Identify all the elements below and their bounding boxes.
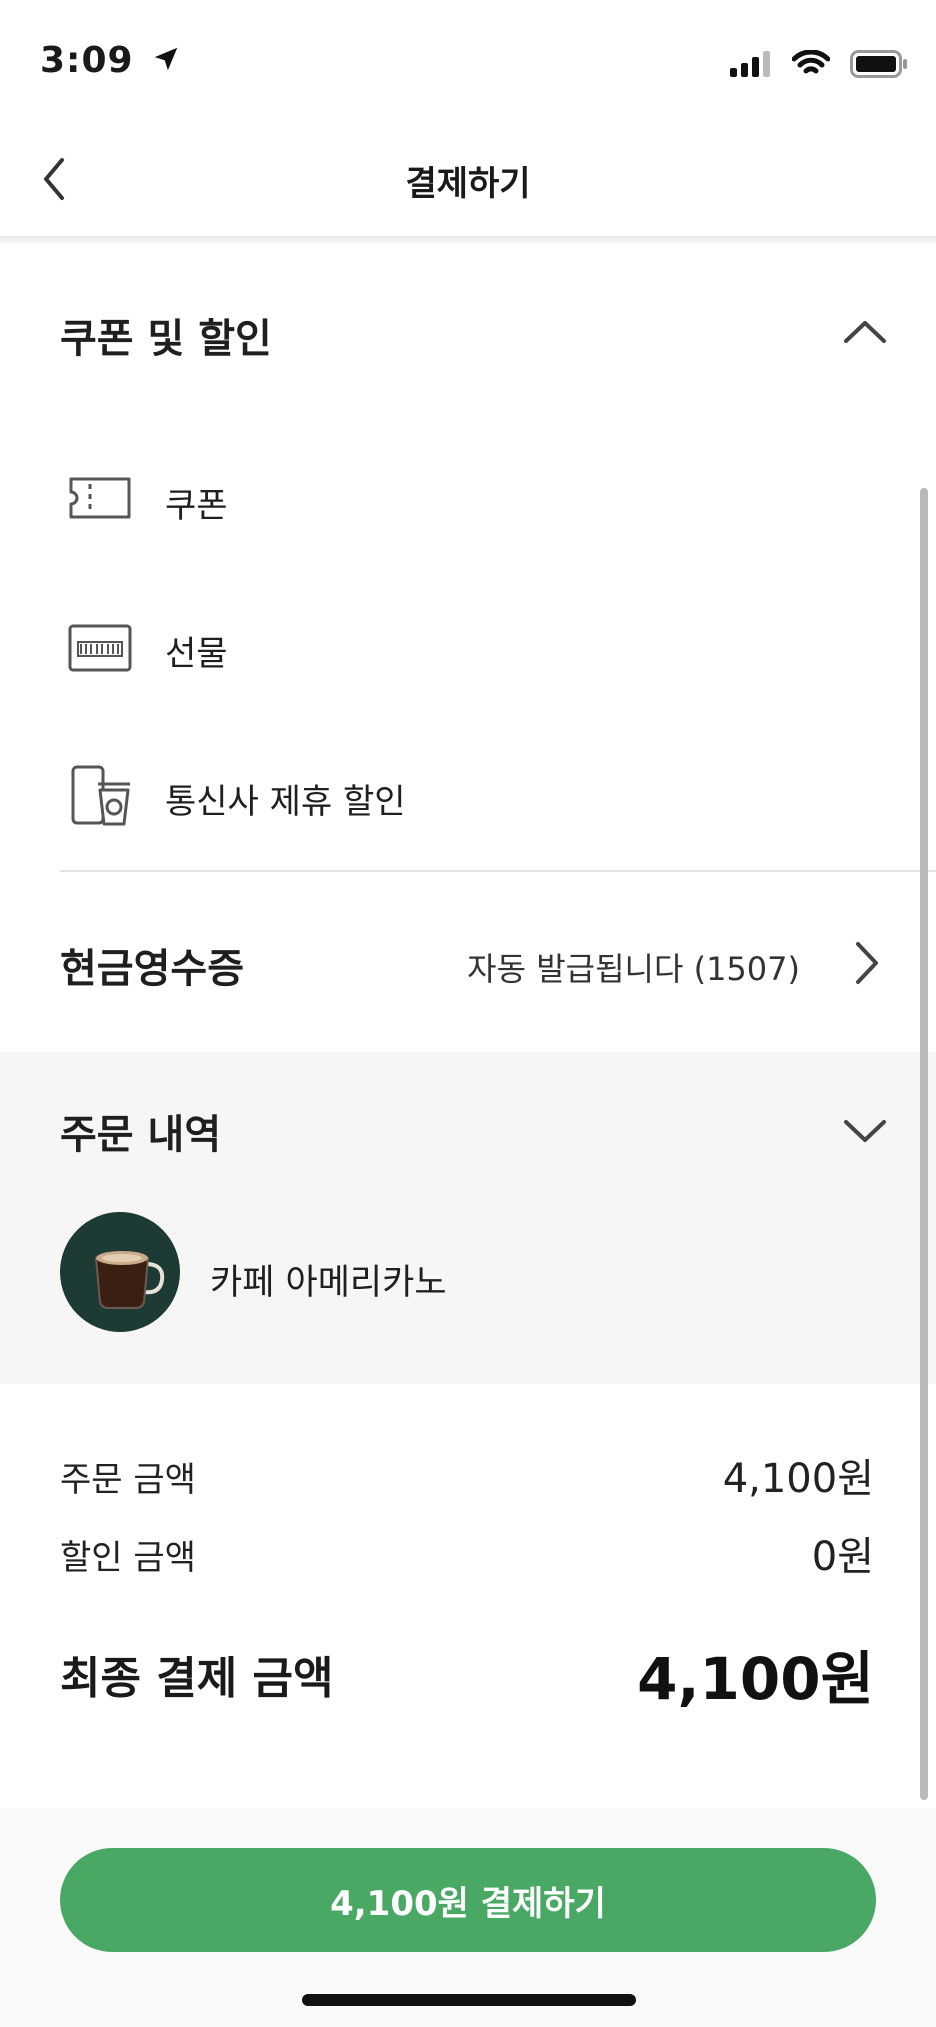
- coffee-mug-image: [60, 1212, 180, 1332]
- cash-receipt-value: 자동 발급됩니다 (1507): [467, 950, 800, 988]
- cash-receipt-row[interactable]: 현금영수증 자동 발급됩니다 (1507): [0, 900, 936, 1020]
- expand-order-button[interactable]: [842, 1116, 888, 1146]
- status-icons: [730, 50, 908, 78]
- pay-button[interactable]: 4,100원 결제하기: [60, 1848, 876, 1952]
- section-divider: [60, 870, 936, 872]
- coupon-row[interactable]: 쿠폰: [60, 460, 880, 540]
- gift-row[interactable]: 선물: [60, 608, 880, 688]
- gift-card-icon: [68, 624, 132, 672]
- order-item-name: 카페 아메리카노: [210, 1263, 447, 1303]
- order-section-title: 주문 내역: [60, 1112, 222, 1158]
- collapse-coupon-button[interactable]: [842, 316, 888, 346]
- ticket-icon: [69, 477, 131, 519]
- cellular-signal-icon: [730, 51, 770, 77]
- chevron-up-icon: [844, 321, 886, 343]
- coupon-section-title: 쿠폰 및 할인: [60, 316, 272, 362]
- order-amount-label: 주문 금액: [60, 1460, 196, 1500]
- cash-receipt-title: 현금영수증: [60, 946, 244, 992]
- telecom-discount-row[interactable]: 통신사 제휴 할인: [60, 756, 880, 836]
- chevron-right-icon: [856, 942, 878, 984]
- final-amount-value: 4,100원: [637, 1645, 874, 1713]
- chevron-down-icon: [844, 1120, 886, 1142]
- status-time: 3:09: [40, 40, 181, 81]
- location-arrow-icon: [154, 47, 178, 71]
- wifi-icon: [792, 50, 830, 74]
- scrollbar[interactable]: [920, 488, 928, 1800]
- telecom-discount-label: 통신사 제휴 할인: [165, 782, 406, 822]
- page-title: 결제하기: [405, 164, 531, 204]
- header-divider: [0, 236, 936, 244]
- phone-cup-icon: [71, 765, 130, 826]
- final-amount-label: 최종 결제 금액: [60, 1653, 334, 1704]
- battery-icon: [850, 50, 907, 78]
- gift-label: 선물: [165, 634, 228, 674]
- coupon-label: 쿠폰: [165, 486, 228, 526]
- home-indicator: [302, 1994, 636, 2006]
- discount-amount-value: 0원: [811, 1534, 874, 1580]
- order-amount-value: 4,100원: [722, 1456, 874, 1502]
- discount-amount-label: 할인 금액: [60, 1538, 196, 1578]
